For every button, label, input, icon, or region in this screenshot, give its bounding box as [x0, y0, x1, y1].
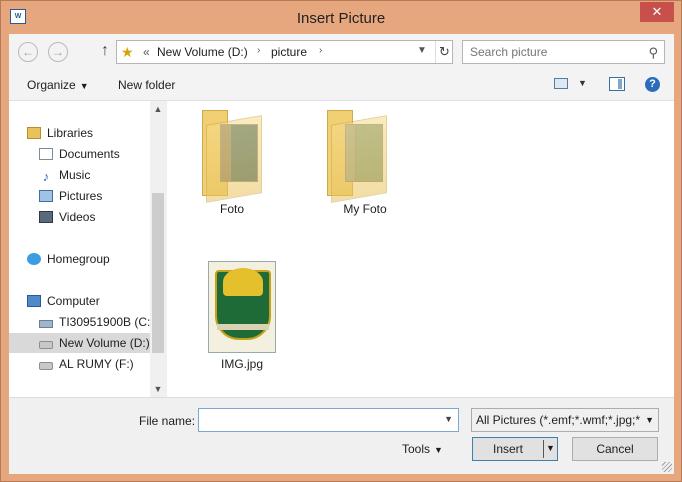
title-bar: W Insert Picture ✕	[1, 1, 681, 34]
sidebar-item-videos[interactable]: Videos	[39, 207, 95, 227]
libraries-icon	[27, 127, 41, 139]
navigation-pane: Libraries Documents ♪ Music Pictures Vide…	[9, 101, 166, 397]
favorites-star-icon: ★	[121, 44, 134, 60]
sidebar-item-label: Computer	[47, 294, 100, 308]
chevron-down-icon[interactable]: ▼	[444, 414, 453, 424]
documents-icon	[39, 148, 53, 160]
drive-icon	[39, 362, 53, 370]
dialog-title: Insert Picture	[296, 10, 386, 27]
sidebar-item-drive-d[interactable]: New Volume (D:)	[9, 333, 150, 353]
image-thumbnail	[208, 261, 276, 353]
insert-label: Insert	[492, 442, 523, 456]
new-folder-button[interactable]: New folder	[118, 78, 175, 92]
sidebar-item-label: Libraries	[47, 126, 94, 140]
sidebar-item-label: Videos	[59, 210, 96, 224]
breadcrumb-overflow[interactable]: «	[143, 45, 150, 59]
chevron-right-icon[interactable]: ›	[257, 45, 260, 56]
nav-pane-scrollbar[interactable]: ▲ ▼	[150, 101, 166, 397]
file-name-field[interactable]: ▼	[198, 408, 459, 432]
tools-label: Tools	[402, 442, 431, 456]
sidebar-item-label: Pictures	[59, 189, 103, 203]
insert-button[interactable]: Insert ▼	[472, 437, 558, 461]
file-item-img[interactable]: IMG.jpg	[192, 261, 292, 375]
breadcrumb-folder[interactable]: picture	[271, 45, 307, 59]
file-type-value: All Pictures (*.emf;*.wmf;*.jpg;*	[476, 413, 641, 427]
sidebar-item-drive-f[interactable]: AL RUMY (F:)	[39, 354, 134, 374]
file-name-label: My Foto	[343, 202, 387, 216]
up-folder-button[interactable]: ↑	[97, 42, 113, 62]
breadcrumb-drive[interactable]: New Volume (D:)	[157, 45, 248, 59]
organize-label: Organize	[27, 78, 76, 92]
videos-icon	[39, 211, 53, 223]
command-toolbar: Organize ▼ New folder ▼ ?	[9, 70, 674, 101]
drive-c-icon	[39, 320, 53, 328]
pictures-icon	[39, 190, 53, 202]
folder-item-foto[interactable]: Foto	[182, 106, 282, 218]
back-button[interactable]: ←	[18, 42, 38, 62]
sidebar-item-libraries[interactable]: Libraries	[27, 123, 93, 143]
sidebar-item-drive-c[interactable]: TI30951900B (C:)	[39, 312, 154, 332]
chevron-down-icon: ▼	[434, 445, 443, 455]
navigation-bar: ← → ↑ ★ « New Volume (D:) › picture › ▼ …	[9, 34, 674, 70]
file-name-label: Foto	[219, 202, 244, 216]
organize-button[interactable]: Organize ▼	[27, 78, 89, 92]
dialog-body: ← → ↑ ★ « New Volume (D:) › picture › ▼ …	[9, 34, 674, 474]
computer-icon	[27, 295, 41, 307]
sidebar-item-computer[interactable]: Computer	[27, 291, 100, 311]
file-name-input[interactable]	[203, 410, 433, 430]
dialog-window: W Insert Picture ✕ ← → ↑ ★ « New Volume …	[0, 0, 682, 482]
cancel-button[interactable]: Cancel	[572, 437, 658, 461]
sidebar-item-label: AL RUMY (F:)	[59, 357, 134, 371]
dialog-footer: File name: ▼ All Pictures (*.emf;*.wmf;*…	[9, 397, 674, 474]
drive-icon	[39, 341, 53, 349]
close-button[interactable]: ✕	[640, 2, 674, 22]
scroll-up-button[interactable]: ▲	[150, 101, 166, 117]
scrollbar-thumb[interactable]	[152, 193, 164, 353]
address-bar[interactable]: ★ « New Volume (D:) › picture › ▼ ↻	[116, 40, 453, 64]
folder-icon	[327, 110, 387, 203]
insert-options-dropdown[interactable]: ▼	[546, 443, 555, 453]
music-icon: ♪	[42, 169, 50, 184]
view-options-dropdown[interactable]: ▼	[578, 78, 587, 88]
search-box[interactable]: ⚲	[462, 40, 665, 64]
sidebar-item-label: Music	[59, 168, 91, 182]
homegroup-icon	[27, 253, 41, 265]
chevron-down-icon: ▼	[79, 81, 89, 91]
address-history-dropdown[interactable]: ▼	[417, 45, 427, 56]
help-icon[interactable]: ?	[645, 77, 660, 92]
sidebar-item-music[interactable]: ♪ Music	[39, 165, 91, 185]
search-icon[interactable]: ⚲	[648, 45, 658, 61]
search-input[interactable]	[470, 45, 640, 59]
folder-icon	[202, 110, 262, 203]
refresh-button[interactable]: ↻	[435, 41, 453, 63]
sidebar-item-pictures[interactable]: Pictures	[39, 186, 102, 206]
sidebar-item-label: TI30951900B (C:)	[59, 315, 155, 329]
sidebar-item-documents[interactable]: Documents	[39, 144, 120, 164]
sidebar-item-label: Documents	[59, 147, 120, 161]
tools-button[interactable]: Tools ▼	[402, 442, 443, 456]
change-view-icon[interactable]	[554, 78, 568, 89]
file-name-label: IMG.jpg	[220, 357, 263, 371]
resize-grip[interactable]	[662, 462, 672, 472]
chevron-right-icon[interactable]: ›	[319, 45, 322, 56]
folder-item-my-foto[interactable]: My Foto	[315, 106, 415, 218]
scroll-down-button[interactable]: ▼	[150, 381, 166, 397]
forward-button[interactable]: →	[48, 42, 68, 62]
file-type-select[interactable]: All Pictures (*.emf;*.wmf;*.jpg;* ▼	[471, 408, 659, 432]
preview-pane-icon[interactable]	[609, 77, 625, 91]
sidebar-item-label: New Volume (D:)	[59, 336, 150, 350]
split-divider	[543, 440, 544, 458]
file-name-label: File name:	[139, 414, 196, 428]
file-list-pane: Foto My Foto IMG.jpg	[167, 101, 674, 397]
sidebar-item-homegroup[interactable]: Homegroup	[27, 249, 110, 269]
chevron-down-icon: ▼	[645, 415, 654, 425]
sidebar-item-label: Homegroup	[47, 252, 110, 266]
